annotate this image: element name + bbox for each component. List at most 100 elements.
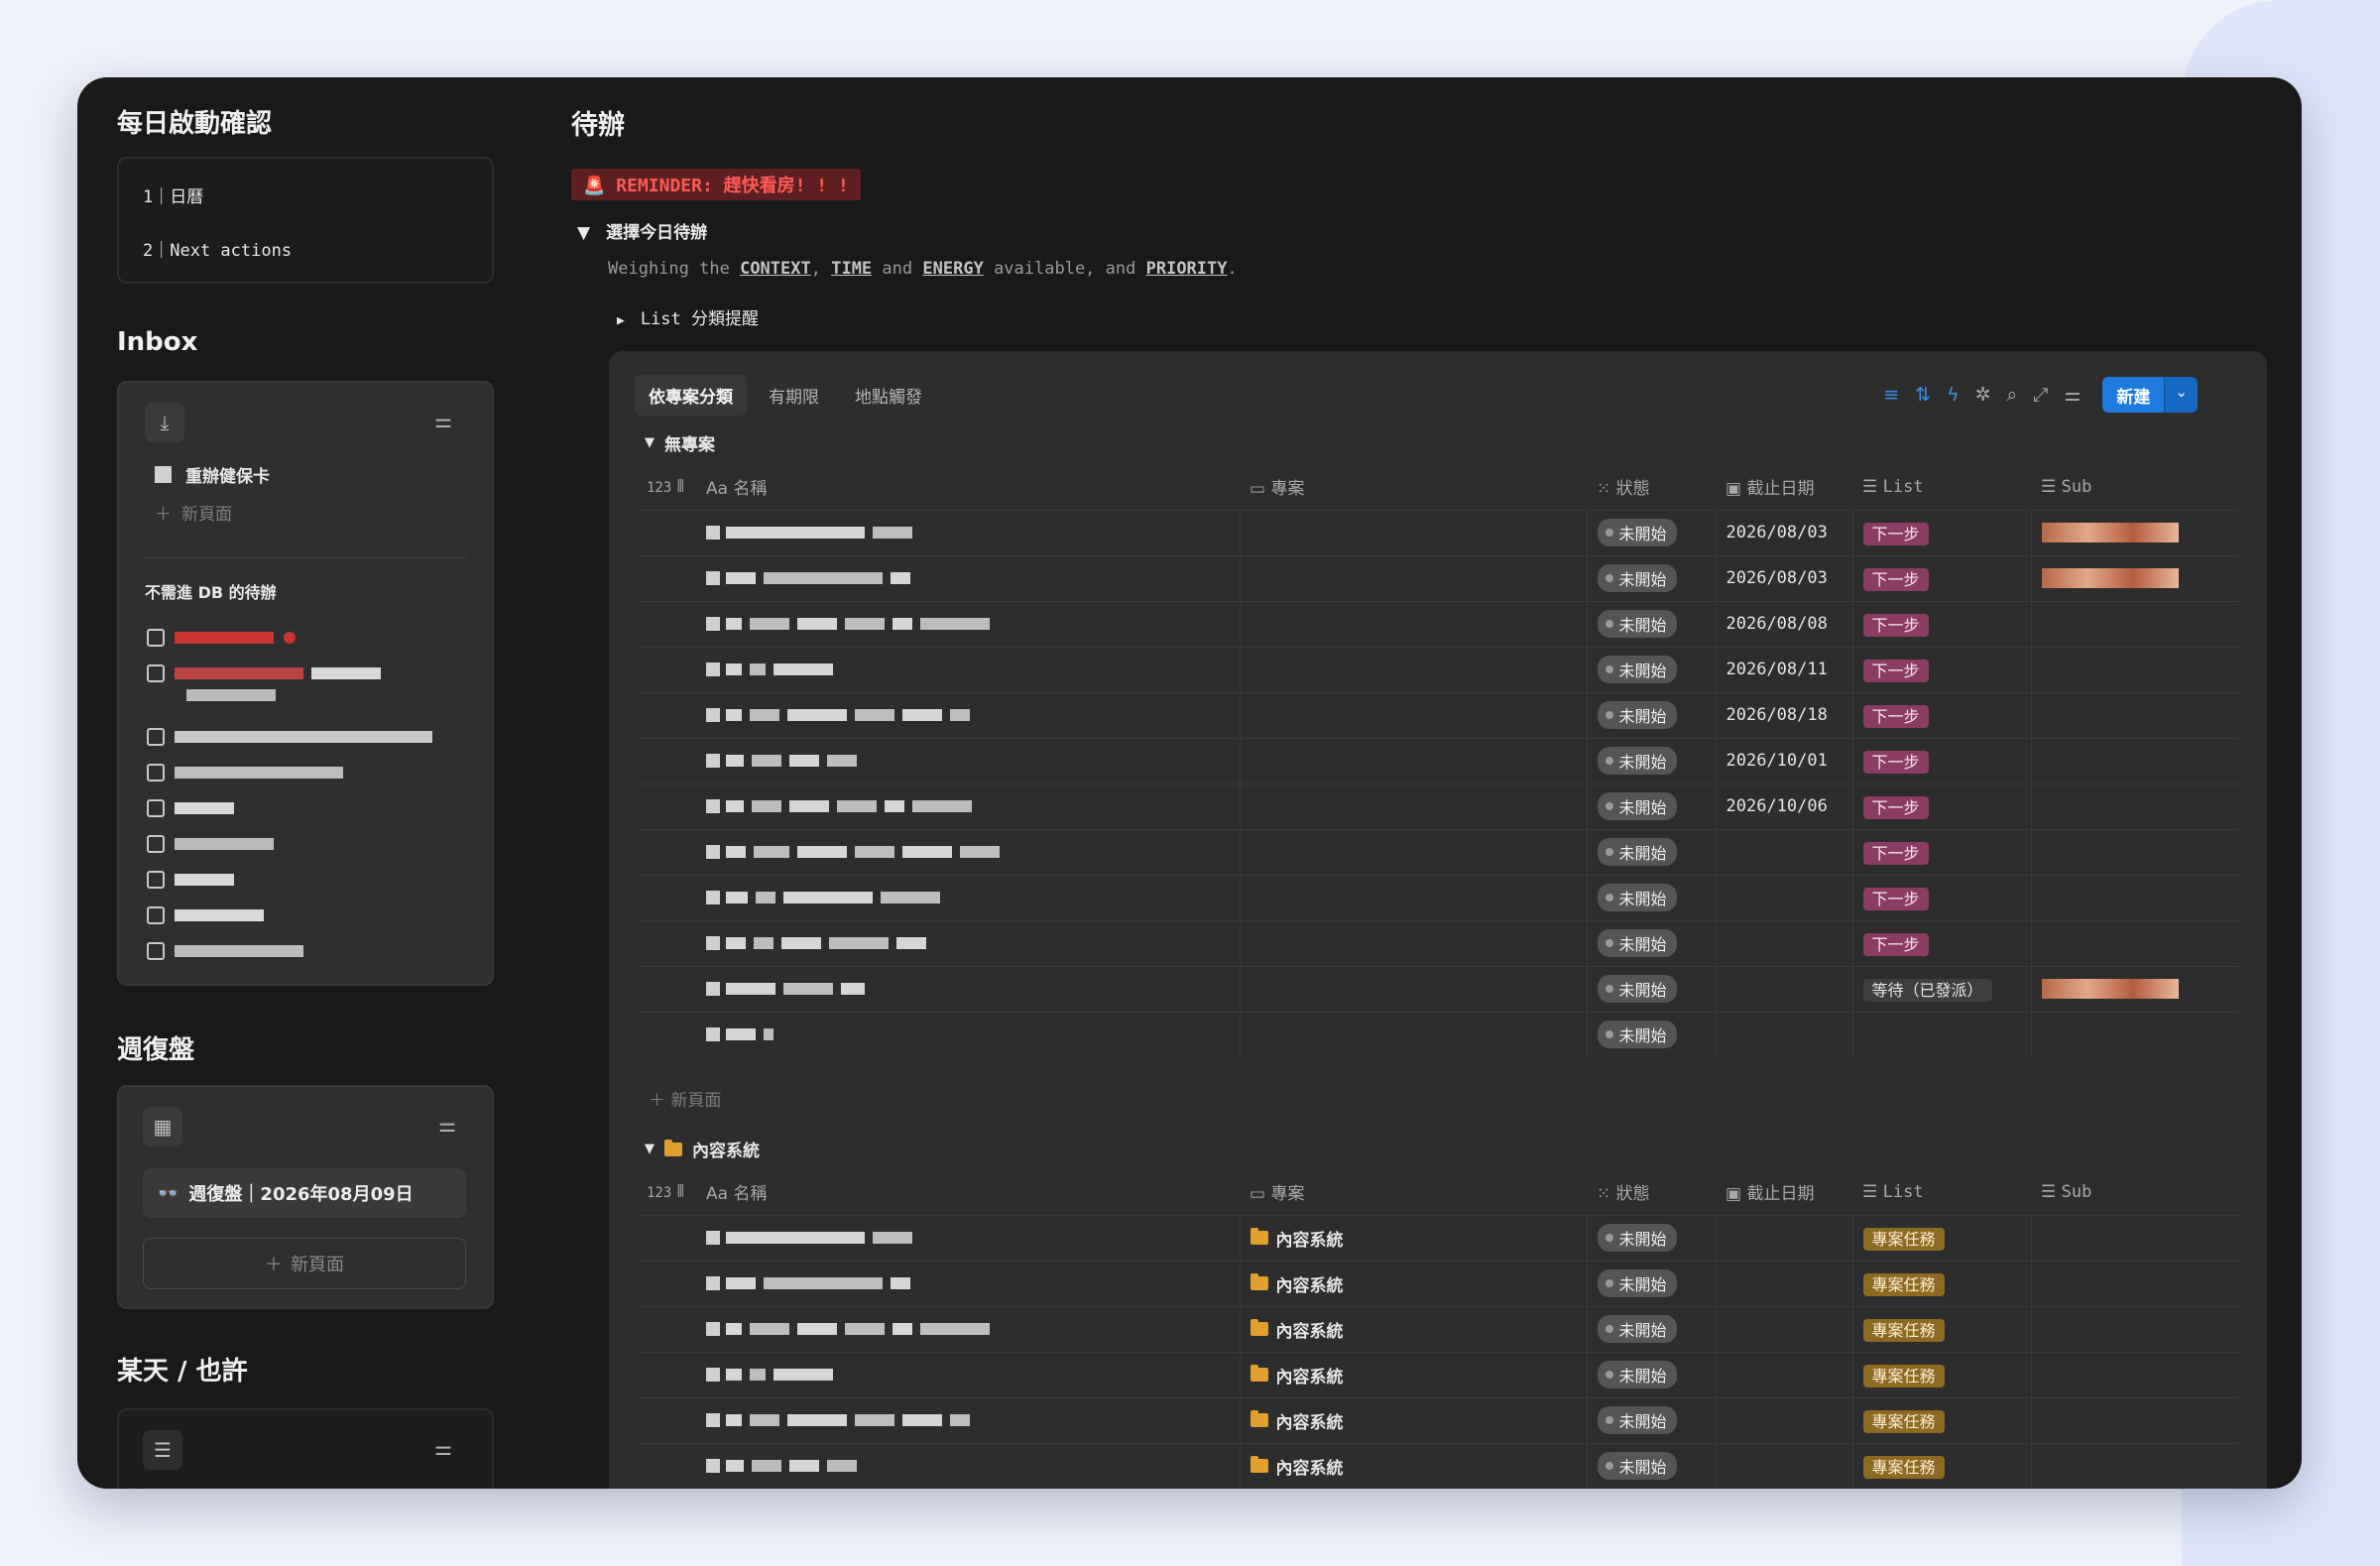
cell-sub[interactable] <box>2031 737 2239 783</box>
download-icon[interactable]: ⤓ <box>145 403 184 442</box>
col-sub[interactable]: ☰ Sub <box>2031 464 2239 510</box>
cell-status[interactable]: 未開始 <box>1587 874 1717 920</box>
toggle-down-icon[interactable]: ▼ <box>645 1142 654 1156</box>
cell-num[interactable] <box>637 600 696 647</box>
cell-list[interactable]: 下一步 <box>1852 783 2032 829</box>
cell-sub[interactable] <box>2031 1011 2239 1057</box>
cell-num[interactable] <box>637 919 696 966</box>
checkbox[interactable] <box>147 628 165 647</box>
table-row[interactable]: 內容系統 未開始 專案任務 <box>637 1351 2239 1397</box>
cell-status[interactable]: 未開始 <box>1587 1260 1717 1306</box>
cell-status[interactable]: 未開始 <box>1587 919 1717 966</box>
cell-list[interactable]: 專案任務 <box>1852 1214 2032 1261</box>
cell-project[interactable]: 內容系統 <box>1240 1214 1588 1261</box>
cell-status[interactable]: 未開始 <box>1587 828 1717 875</box>
weekly-review-item[interactable]: 👓 週復盤｜2026年08月09日 <box>143 1168 466 1218</box>
cell-project[interactable] <box>1240 600 1588 647</box>
cell-num[interactable] <box>637 1011 696 1057</box>
cell-num[interactable] <box>637 1305 696 1352</box>
toggle-right-icon[interactable]: ▶ <box>617 313 625 328</box>
col-status[interactable]: ⁙ 狀態 <box>1587 1169 1716 1215</box>
new-button[interactable]: 新建 ⌄ <box>2102 377 2198 413</box>
cell-due[interactable]: 2026/10/01 <box>1716 737 1853 783</box>
new-button-label[interactable]: 新建 <box>2102 377 2165 413</box>
chevron-down-icon[interactable]: ⌄ <box>2164 377 2198 413</box>
table-row[interactable]: 未開始 下一步 <box>637 919 2239 966</box>
table-row[interactable]: 未開始 <box>637 1011 2239 1057</box>
cell-num[interactable] <box>637 874 696 920</box>
col-project[interactable]: ▭ 專案 <box>1240 464 1587 510</box>
cell-sub[interactable] <box>2031 1305 2239 1352</box>
cell-num[interactable] <box>637 965 696 1012</box>
cell-due[interactable]: 2026/08/08 <box>1716 600 1853 647</box>
checkbox[interactable] <box>147 798 165 817</box>
tune-icon[interactable]: ⚌ <box>434 1436 452 1460</box>
cell-name[interactable] <box>696 691 1241 738</box>
cell-project[interactable] <box>1240 646 1588 692</box>
tune-icon[interactable]: ⚌ <box>434 409 452 432</box>
cell-status[interactable]: 未開始 <box>1587 600 1717 647</box>
cell-list[interactable]: 下一步 <box>1852 874 2032 920</box>
cell-due[interactable]: 2026/08/18 <box>1716 691 1853 738</box>
cell-num[interactable] <box>637 1351 696 1397</box>
cell-project[interactable]: 內容系統 <box>1240 1396 1588 1443</box>
checkbox[interactable] <box>147 870 165 889</box>
cell-status[interactable]: 未開始 <box>1587 509 1717 555</box>
cell-name[interactable] <box>696 828 1241 875</box>
cell-list[interactable]: 下一步 <box>1852 554 2032 601</box>
checkbox[interactable] <box>147 941 165 960</box>
cell-sub[interactable] <box>2031 874 2239 920</box>
cell-num[interactable] <box>637 737 696 783</box>
cell-due[interactable] <box>1716 828 1853 875</box>
cell-sub[interactable] <box>2031 1260 2239 1306</box>
cell-num[interactable] <box>637 1260 696 1306</box>
cell-project[interactable]: 內容系統 <box>1240 1260 1588 1306</box>
cell-due[interactable] <box>1716 965 1853 1012</box>
group-header-content-system[interactable]: ▼ 內容系統 <box>645 1137 760 1161</box>
cell-sub[interactable] <box>2031 1396 2239 1443</box>
list-icon[interactable]: ☰ <box>143 1430 182 1470</box>
cell-due[interactable]: 2026/10/06 <box>1716 783 1853 829</box>
cell-project[interactable] <box>1240 965 1588 1012</box>
cell-name[interactable] <box>696 1351 1241 1397</box>
cell-status[interactable]: 未開始 <box>1587 1011 1717 1057</box>
cell-status[interactable]: 未開始 <box>1587 783 1717 829</box>
toggle-list-reminder[interactable]: ▶ List 分類提醒 <box>617 304 759 329</box>
tab-with-deadline[interactable]: 有期限 <box>755 375 833 416</box>
table-row[interactable]: 未開始 2026/10/01 下一步 <box>637 737 2239 783</box>
inbox-new-page[interactable]: ＋ 新頁面 <box>155 500 232 525</box>
cell-name[interactable] <box>696 1305 1241 1352</box>
table-row[interactable]: 未開始 2026/08/18 下一步 <box>637 691 2239 738</box>
cell-project[interactable] <box>1240 554 1588 601</box>
cell-due[interactable] <box>1716 1214 1853 1261</box>
table-row[interactable]: 未開始 2026/08/08 下一步 <box>637 600 2239 647</box>
cell-name[interactable] <box>696 509 1241 555</box>
cell-project[interactable] <box>1240 737 1588 783</box>
cell-num[interactable] <box>637 691 696 738</box>
col-due[interactable]: ▣ 截止日期 <box>1716 1169 1852 1215</box>
table-row[interactable]: 未開始 等待（已發派） <box>637 965 2239 1012</box>
cell-sub[interactable] <box>2031 1214 2239 1261</box>
cell-status[interactable]: 未開始 <box>1587 646 1717 692</box>
table-row[interactable]: 未開始 2026/08/03 下一步 <box>637 554 2239 601</box>
col-name[interactable]: Aa 名稱 <box>696 1169 1240 1215</box>
cell-name[interactable] <box>696 600 1241 647</box>
table-row[interactable]: 內容系統 未開始 專案任務 <box>637 1260 2239 1306</box>
cell-name[interactable] <box>696 1396 1241 1443</box>
col-project[interactable]: ▭ 專案 <box>1240 1169 1587 1215</box>
todo-row[interactable] <box>147 627 432 663</box>
col-status[interactable]: ⁙ 狀態 <box>1587 464 1716 510</box>
cell-num[interactable] <box>637 509 696 555</box>
cell-sub[interactable] <box>2031 783 2239 829</box>
col-num[interactable]: 123 ⫴ <box>637 1169 696 1215</box>
checkbox[interactable] <box>147 905 165 924</box>
cell-list[interactable]: 下一步 <box>1852 600 2032 647</box>
cell-list[interactable]: 等待（已發派） <box>1852 965 2032 1012</box>
toggle-today[interactable]: ▼ 選擇今日待辦 <box>577 218 707 243</box>
cell-list[interactable]: 下一步 <box>1852 919 2032 966</box>
col-num[interactable]: 123 ⫴ <box>637 464 696 510</box>
cell-status[interactable]: 未開始 <box>1587 1442 1717 1489</box>
cell-name[interactable] <box>696 646 1241 692</box>
cell-due[interactable]: 2026/08/11 <box>1716 646 1853 692</box>
cell-num[interactable] <box>637 1442 696 1489</box>
